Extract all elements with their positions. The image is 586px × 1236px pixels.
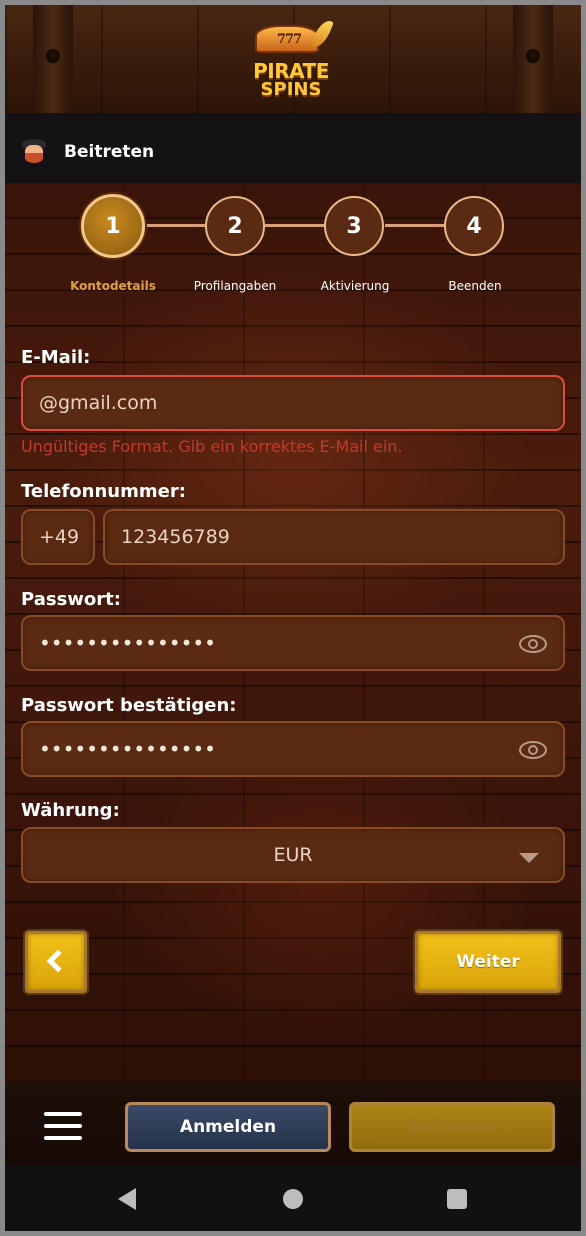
- logo-feather-icon: [310, 17, 334, 51]
- system-home-icon[interactable]: [283, 1189, 303, 1209]
- step-1-circle: 1: [81, 194, 145, 258]
- login-button[interactable]: Anmelden: [125, 1102, 331, 1152]
- email-value: @gmail.com: [39, 392, 158, 414]
- step-connector: [385, 224, 447, 227]
- system-recents-icon[interactable]: [447, 1189, 467, 1209]
- password-confirm-label: Passwort bestätigen:: [21, 695, 237, 716]
- step-2-circle: 2: [205, 196, 265, 256]
- logo-sevens: 777: [276, 32, 302, 47]
- password-field[interactable]: •••••••••••••••: [21, 615, 565, 671]
- phone-number-value: 123456789: [121, 526, 230, 548]
- password-confirm-field[interactable]: •••••••••••••••: [21, 721, 565, 777]
- phone-prefix-field[interactable]: +49: [21, 509, 95, 565]
- step-4-circle: 4: [444, 196, 504, 256]
- step-connector: [265, 224, 327, 227]
- password-masked-value: •••••••••••••••: [39, 631, 216, 655]
- hamburger-menu-icon[interactable]: [44, 1112, 82, 1140]
- password-confirm-masked-value: •••••••••••••••: [39, 737, 216, 761]
- email-label: E-Mail:: [21, 347, 91, 368]
- step-3-circle: 3: [324, 196, 384, 256]
- currency-value: EUR: [273, 844, 313, 866]
- back-button[interactable]: [25, 931, 87, 993]
- step-connector: [145, 224, 207, 227]
- system-back-icon[interactable]: [118, 1188, 136, 1210]
- android-navigation-bar: [5, 1165, 581, 1231]
- page-title: Beitreten: [64, 142, 155, 162]
- next-button[interactable]: Weiter: [415, 931, 561, 993]
- email-error-message: Ungültiges Format. Gib ein korrektes E-M…: [21, 437, 403, 456]
- logo-word-spins: SPINS: [260, 79, 322, 100]
- registration-stepper: 1 2 3 4 Kontodetails Profilangaben Aktiv…: [5, 190, 581, 300]
- step-4-label: Beenden: [448, 279, 502, 293]
- app-frame: 777 PIRATE SPINS Beitreten 1 2 3 4 Konto…: [5, 5, 581, 1231]
- phone-prefix-value: +49: [39, 526, 80, 548]
- phone-label: Telefonnummer:: [21, 481, 186, 502]
- step-2-label: Profilangaben: [193, 279, 277, 293]
- password-label: Passwort:: [21, 589, 121, 610]
- step-1-label: Kontodetails: [70, 279, 156, 293]
- email-field[interactable]: @gmail.com: [21, 375, 565, 431]
- chevron-left-icon: [46, 949, 70, 973]
- top-header: 777 PIRATE SPINS: [5, 5, 581, 113]
- wood-background: [5, 183, 581, 1165]
- caret-down-icon: [519, 853, 539, 863]
- show-password-confirm-eye-icon[interactable]: [519, 737, 547, 761]
- bottom-action-bar: Anmelden Beitreten: [5, 1081, 581, 1165]
- phone-number-field[interactable]: 123456789: [103, 509, 565, 565]
- currency-label: Währung:: [21, 800, 120, 821]
- pirate-avatar-icon: [21, 137, 47, 163]
- wood-post-right: [513, 5, 553, 113]
- wood-post-left: [33, 5, 73, 113]
- title-bar: Beitreten: [5, 113, 581, 183]
- join-button[interactable]: Beitreten: [349, 1102, 555, 1152]
- show-password-eye-icon[interactable]: [519, 631, 547, 655]
- step-3-label: Aktivierung: [320, 279, 390, 293]
- pirate-spins-logo[interactable]: 777 PIRATE SPINS: [243, 17, 343, 103]
- currency-select[interactable]: EUR: [21, 827, 565, 883]
